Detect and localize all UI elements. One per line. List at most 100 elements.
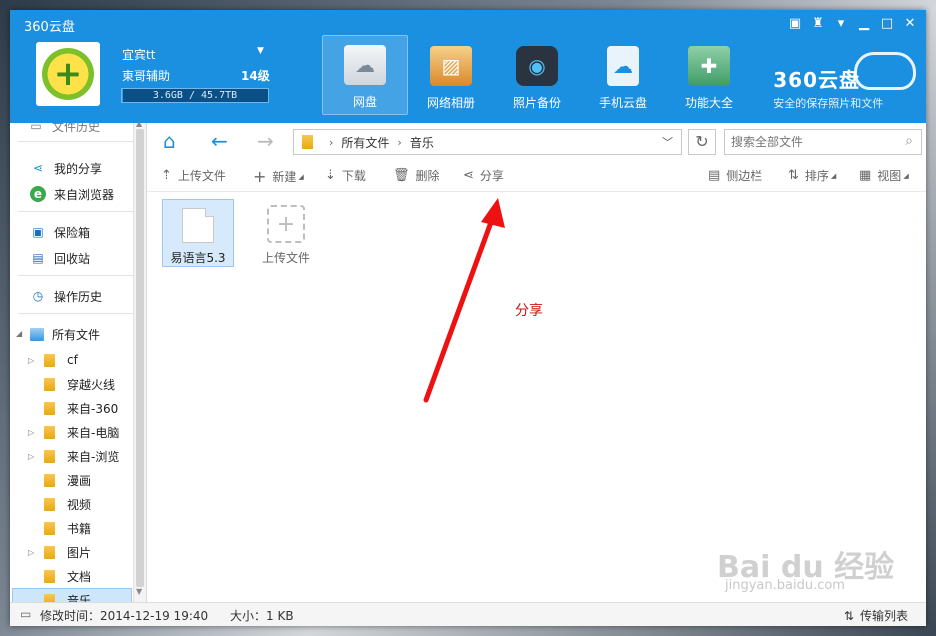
folder-icon <box>44 353 55 367</box>
trash-icon: 🗑 <box>393 168 410 183</box>
folder-icon <box>44 593 55 602</box>
share-button[interactable]: ⋖ 分享 <box>463 167 504 184</box>
folder-item[interactable]: 文档 <box>44 565 91 587</box>
sidebar-item-history[interactable]: ◷ 操作历史 <box>30 285 102 307</box>
transfer-list-button[interactable]: ⇅ 传输列表 <box>844 607 908 624</box>
search-input[interactable] <box>725 134 893 150</box>
user-level: 14级 <box>241 69 270 83</box>
folder-icon <box>302 135 313 149</box>
nav-label: 网络相册 <box>426 96 475 110</box>
folder-icon <box>44 521 55 535</box>
folder-item[interactable]: 来自-浏览 <box>44 445 119 467</box>
annotation-arrow <box>423 198 505 403</box>
scroll-down-icon[interactable]: ▼ <box>136 587 142 596</box>
brand-name: 360云盘 <box>773 68 860 92</box>
avatar[interactable]: + <box>36 42 100 106</box>
photo-album-icon: ▨ <box>430 46 472 86</box>
folder-icon <box>44 473 55 487</box>
browser-icon: e <box>30 186 46 202</box>
collapse-triangle-icon[interactable]: ◢ <box>16 329 22 338</box>
download-button[interactable]: ⇣ 下载 <box>325 167 366 184</box>
sidebar-item-label: 保险箱 <box>54 225 91 240</box>
user-menu-chevron-icon[interactable]: ▼ <box>257 46 264 56</box>
folder-label: 来自-360 <box>67 401 119 416</box>
caret-icon: ◢ <box>903 171 909 180</box>
folder-icon <box>44 545 55 559</box>
folder-item[interactable]: cf <box>44 349 78 371</box>
back-arrow-icon[interactable]: ← <box>211 131 228 151</box>
maximize-icon[interactable]: □ <box>879 15 895 31</box>
arrow-head <box>481 198 505 228</box>
delete-button[interactable]: 🗑 删除 <box>393 167 440 184</box>
refresh-icon[interactable]: ↻ <box>688 129 716 155</box>
divider <box>18 141 136 142</box>
folder-item[interactable]: 视频 <box>44 493 91 515</box>
breadcrumb-current[interactable]: 音乐 <box>410 134 434 151</box>
sidebar-item-all-files[interactable]: 所有文件 <box>30 323 100 345</box>
sidebar-item-my-share[interactable]: ⋖ 我的分享 <box>30 157 102 179</box>
transfer-icon: ⇅ <box>843 608 854 623</box>
home-icon[interactable]: ⌂ <box>163 131 176 151</box>
upload-button[interactable]: ⇡ 上传文件 <box>161 167 226 184</box>
forward-arrow-icon[interactable]: → <box>257 131 274 151</box>
nav-tools[interactable]: ✚ 功能大全 <box>666 35 752 115</box>
scrollbar-thumb[interactable] <box>136 129 144 587</box>
menu-icon[interactable]: ▾ <box>833 15 849 31</box>
breadcrumb-root[interactable]: 所有文件 <box>341 134 389 151</box>
delete-label: 删除 <box>415 169 440 183</box>
folder-label: 穿越火线 <box>67 377 116 392</box>
new-button[interactable]: + 新建 ◢ <box>253 167 304 186</box>
nav-phone-cloud[interactable]: ☁ 手机云盘 <box>580 35 666 115</box>
sidebar-item-from-browser[interactable]: e 来自浏览器 <box>30 183 114 205</box>
sort-button[interactable]: ⇅ 排序 ◢ <box>788 167 836 184</box>
skin-icon[interactable]: ♜ <box>810 15 826 31</box>
username[interactable]: 宜宾tt <box>122 46 155 63</box>
nav-cloud-drive[interactable]: ☁ 网盘 <box>322 35 408 115</box>
chevron-right-icon: › <box>329 135 334 149</box>
folder-item[interactable]: 来自-360 <box>44 397 118 419</box>
close-icon[interactable]: ✕ <box>902 15 918 31</box>
expand-triangle-icon[interactable]: ▷ <box>28 548 34 557</box>
status-size: 大小：1 KB <box>230 609 294 623</box>
folder-item[interactable]: 来自-电脑 <box>44 421 119 443</box>
folder-item[interactable]: 书籍 <box>44 517 91 539</box>
expand-triangle-icon[interactable]: ▷ <box>28 356 34 365</box>
share-icon: ⋖ <box>463 168 474 183</box>
sort-icon: ⇅ <box>788 168 799 183</box>
chevron-down-icon[interactable]: ﹀ <box>662 134 673 150</box>
new-label: 新建 <box>272 170 297 184</box>
sidebar-scrollbar[interactable]: ▲ ▼ <box>133 119 146 602</box>
folder-item[interactable]: 图片 <box>44 541 91 563</box>
upload-label: 上传文件 <box>177 169 226 183</box>
main-nav: ☁ 网盘 ▨ 网络相册 ◉ 照片备份 ☁ 手机云盘 ✚ 功能大全 <box>322 35 752 115</box>
expand-triangle-icon[interactable]: ▷ <box>28 452 34 461</box>
status-modified: 修改时间：2014-12-19 19:40 <box>40 609 209 623</box>
sidebar-item-safe[interactable]: ▣ 保险箱 <box>30 221 90 243</box>
nav-label: 照片备份 <box>512 96 561 110</box>
tools-icon: ✚ <box>688 46 730 86</box>
sidebar-toggle-button[interactable]: ▤ 侧边栏 <box>708 167 762 184</box>
minimize-icon[interactable]: ▁ <box>856 15 872 31</box>
search-icon[interactable]: ⌕ <box>905 133 913 149</box>
feedback-icon[interactable]: ▣ <box>787 15 803 31</box>
view-button[interactable]: ▦ 视图 ◢ <box>859 167 909 184</box>
search-box[interactable]: ⌕ <box>724 129 922 155</box>
folder-item[interactable]: 漫画 <box>44 469 91 491</box>
sidebar-item-recycle-bin[interactable]: ▤ 回收站 <box>30 247 90 269</box>
sidebar-item-file-history[interactable]: ▭ 文件历史 <box>28 123 100 137</box>
folder-item[interactable]: 音乐 <box>44 589 91 602</box>
folder-item[interactable]: 穿越火线 <box>44 373 115 395</box>
nav-photo-album[interactable]: ▨ 网络相册 <box>408 35 494 115</box>
all-files-folder-icon <box>30 327 44 341</box>
avatar-logo-icon: + <box>42 48 94 100</box>
nav-photo-backup[interactable]: ◉ 照片备份 <box>494 35 580 115</box>
status-bar: ▭ 修改时间：2014-12-19 19:40 大小：1 KB ⇅ 传输列表 <box>10 602 926 626</box>
share-label: 分享 <box>479 169 504 183</box>
history-icon: ◷ <box>32 289 44 303</box>
folder-icon <box>44 425 55 439</box>
scroll-up-icon[interactable]: ▲ <box>136 119 142 128</box>
address-bar[interactable]: › 所有文件 › 音乐 ﹀ <box>293 129 682 155</box>
header-bar: 360云盘 ▣ ♜ ▾ ▁ □ ✕ + 宜宾tt ▼ 東哥辅助 14级 3.6G… <box>10 10 926 123</box>
brand: 360云盘 安全的保存照片和文件 <box>773 64 910 111</box>
expand-triangle-icon[interactable]: ▷ <box>28 428 34 437</box>
